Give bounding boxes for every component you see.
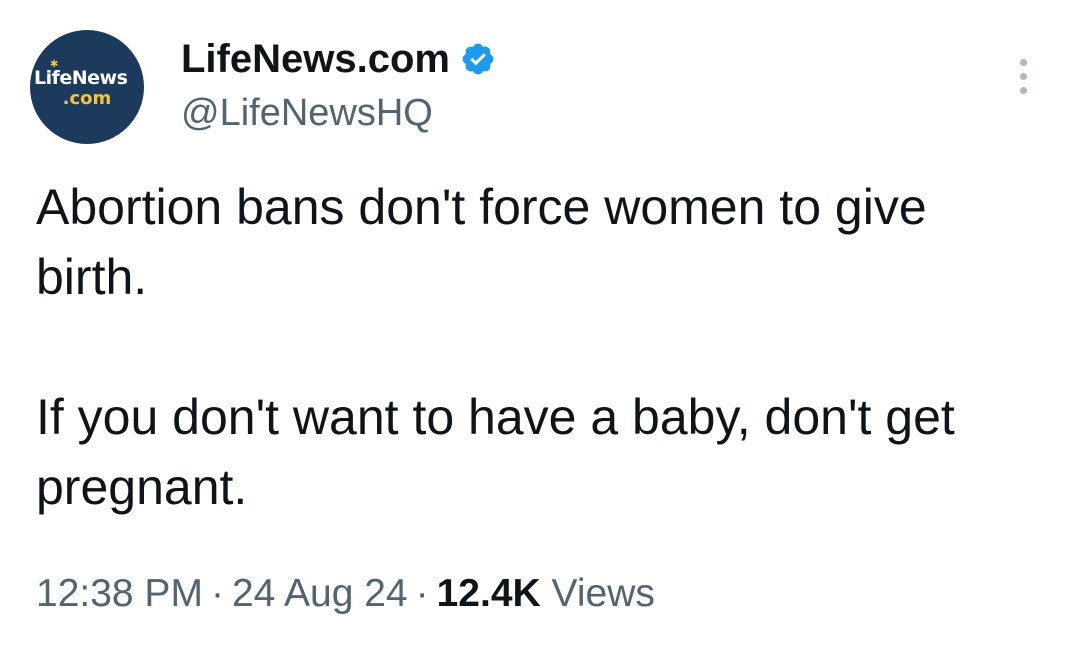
verified-badge-icon	[462, 43, 494, 75]
tweet-meta: 12:38 PM · 24 Aug 24 · 12.4K Views	[36, 568, 655, 620]
tweet-text: Abortion bans don't force women to give …	[36, 172, 1046, 522]
avatar-logo-suffix: .com	[62, 88, 112, 109]
meta-separator: ·	[210, 572, 224, 615]
more-options-icon[interactable]	[1010, 56, 1038, 96]
tweet-time[interactable]: 12:38 PM	[36, 572, 203, 615]
avatar-logo-text: ✱ LifeNews	[34, 60, 144, 89]
more-dot	[1020, 59, 1027, 66]
tweet-paragraph: Abortion bans don't force women to give …	[36, 179, 927, 305]
author-display-name[interactable]: LifeNews.com	[181, 36, 450, 82]
author-handle[interactable]: @LifeNewsHQ	[181, 91, 433, 135]
more-dot	[1020, 87, 1027, 94]
avatar[interactable]: ✱ LifeNews .com	[30, 30, 144, 144]
tweet-paragraph: If you don't want to have a baby, don't …	[36, 389, 955, 515]
views-label: Views	[551, 572, 655, 615]
star-icon: ✱	[50, 59, 58, 70]
tweet-card: ✱ LifeNews .com LifeNews.com @LifeNewsHQ…	[0, 0, 1079, 654]
more-dot	[1020, 73, 1027, 80]
meta-separator: ·	[415, 572, 429, 615]
views-count: 12.4K	[436, 572, 541, 615]
author-name-row: LifeNews.com	[181, 36, 496, 82]
avatar-brand-text: LifeNews	[34, 67, 128, 89]
tweet-date[interactable]: 24 Aug 24	[232, 572, 408, 615]
